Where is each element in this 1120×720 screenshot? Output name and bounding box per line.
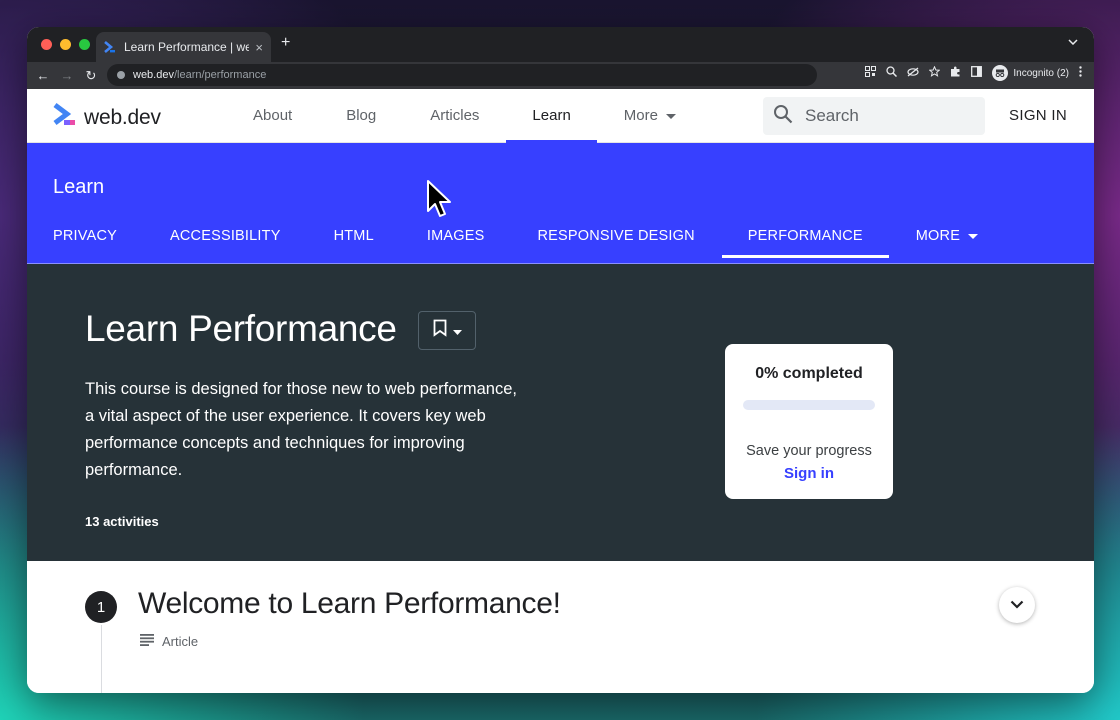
tab-close-icon[interactable]: × [255,40,263,55]
window-controls [41,39,90,50]
extensions-icon[interactable] [950,66,961,80]
activities-count: 13 activities [85,514,159,529]
progress-card: 0% completed Save your progress Sign in [725,344,893,499]
nav-more-label: More [623,107,658,124]
nav-blog[interactable]: Blog [346,89,376,143]
close-window-button[interactable] [41,39,52,50]
step-type: Article [140,634,198,649]
back-button[interactable]: ← [31,68,55,83]
nav-learn[interactable]: Learn [506,89,598,143]
sign-in-button[interactable]: SIGN IN [1009,107,1067,124]
bookmark-icon [433,319,447,342]
bookmark-button[interactable] [418,311,476,350]
qr-code-icon[interactable] [865,66,877,80]
learn-banner: Learn PRIVACY ACCESSIBILITY HTML IMAGES … [27,143,1094,264]
eye-off-icon[interactable] [907,66,920,80]
browser-toolbar: ← → ↻ web.dev/learn/performance Incognit… [27,62,1094,89]
nav-articles[interactable]: Articles [430,89,479,143]
subnav-privacy[interactable]: PRIVACY [53,228,117,244]
course-content: 1 Welcome to Learn Performance! Article [27,561,1094,693]
course-navigation: PRIVACY ACCESSIBILITY HTML IMAGES RESPON… [53,228,979,258]
nav-about[interactable]: About [253,89,292,143]
minimize-window-button[interactable] [60,39,71,50]
subnav-more-label: MORE [915,228,961,244]
subnav-responsive-design[interactable]: RESPONSIVE DESIGN [537,228,694,244]
tab-search-icon[interactable] [1068,37,1078,48]
caret-down-icon [665,89,676,143]
progress-sign-in-link[interactable]: Sign in [725,465,893,482]
side-panel-icon[interactable] [971,66,983,80]
browser-menu-icon[interactable] [1079,66,1082,80]
save-progress-text: Save your progress [746,443,872,459]
forward-button[interactable]: → [55,68,79,83]
webdev-logo-icon [52,103,76,132]
tab-title: Learn Performance | we [124,40,250,54]
subnav-accessibility[interactable]: ACCESSIBILITY [170,228,281,244]
incognito-icon [992,65,1009,81]
browser-tab[interactable]: Learn Performance | we × [96,32,271,62]
url-path: /learn/performance [173,69,267,81]
expand-step-button[interactable] [999,587,1035,623]
page-title: Learn Performance [85,308,397,349]
url-host: web.dev [133,69,174,81]
bookmark-star-icon[interactable] [928,65,941,80]
browser-window: Learn Performance | we × + ← → ↻ web.dev… [27,27,1094,693]
top-navigation: About Blog Articles Learn More [253,89,676,143]
step-number: 1 [85,591,117,623]
subnav-more[interactable]: MORE [915,228,979,244]
search-box[interactable]: Search [763,97,985,135]
timeline-divider [101,625,102,693]
incognito-label: Incognito (2) [1013,67,1069,79]
incognito-indicator[interactable]: Incognito (2) [992,65,1069,81]
mouse-cursor-icon [426,179,452,221]
site-info-icon[interactable] [117,71,125,79]
toolbar-icons: Incognito (2) [865,65,1082,81]
course-hero: Learn Performance This course is designe… [27,264,1094,561]
progress-percent: 0% completed [755,365,863,382]
webdev-favicon-icon [104,41,116,53]
step-title[interactable]: Welcome to Learn Performance! [138,587,561,621]
subnav-performance[interactable]: PERFORMANCE [721,228,889,258]
search-icon [773,104,793,129]
search-placeholder: Search [805,106,859,125]
progress-bar [743,400,875,410]
logo-text: web.dev [84,105,161,129]
course-description: This course is designed for those new to… [85,380,517,479]
article-icon [140,634,154,649]
site-header: web.dev About Blog Articles Learn More S… [27,89,1094,143]
maximize-window-button[interactable] [79,39,90,50]
caret-down-icon [968,228,979,244]
nav-more[interactable]: More [624,89,676,143]
caret-down-icon [452,322,462,340]
chevron-down-icon [1010,596,1024,614]
subnav-html[interactable]: HTML [334,228,374,244]
new-tab-button[interactable]: + [281,34,290,52]
zoom-icon[interactable] [886,66,898,80]
banner-title[interactable]: Learn [53,176,104,199]
step-type-label: Article [162,634,199,649]
subnav-images[interactable]: IMAGES [427,228,485,244]
site-logo[interactable]: web.dev [52,103,161,132]
tab-strip: Learn Performance | we × + [27,27,1094,62]
address-bar[interactable]: web.dev/learn/performance [107,64,817,86]
reload-button[interactable]: ↻ [79,68,103,84]
